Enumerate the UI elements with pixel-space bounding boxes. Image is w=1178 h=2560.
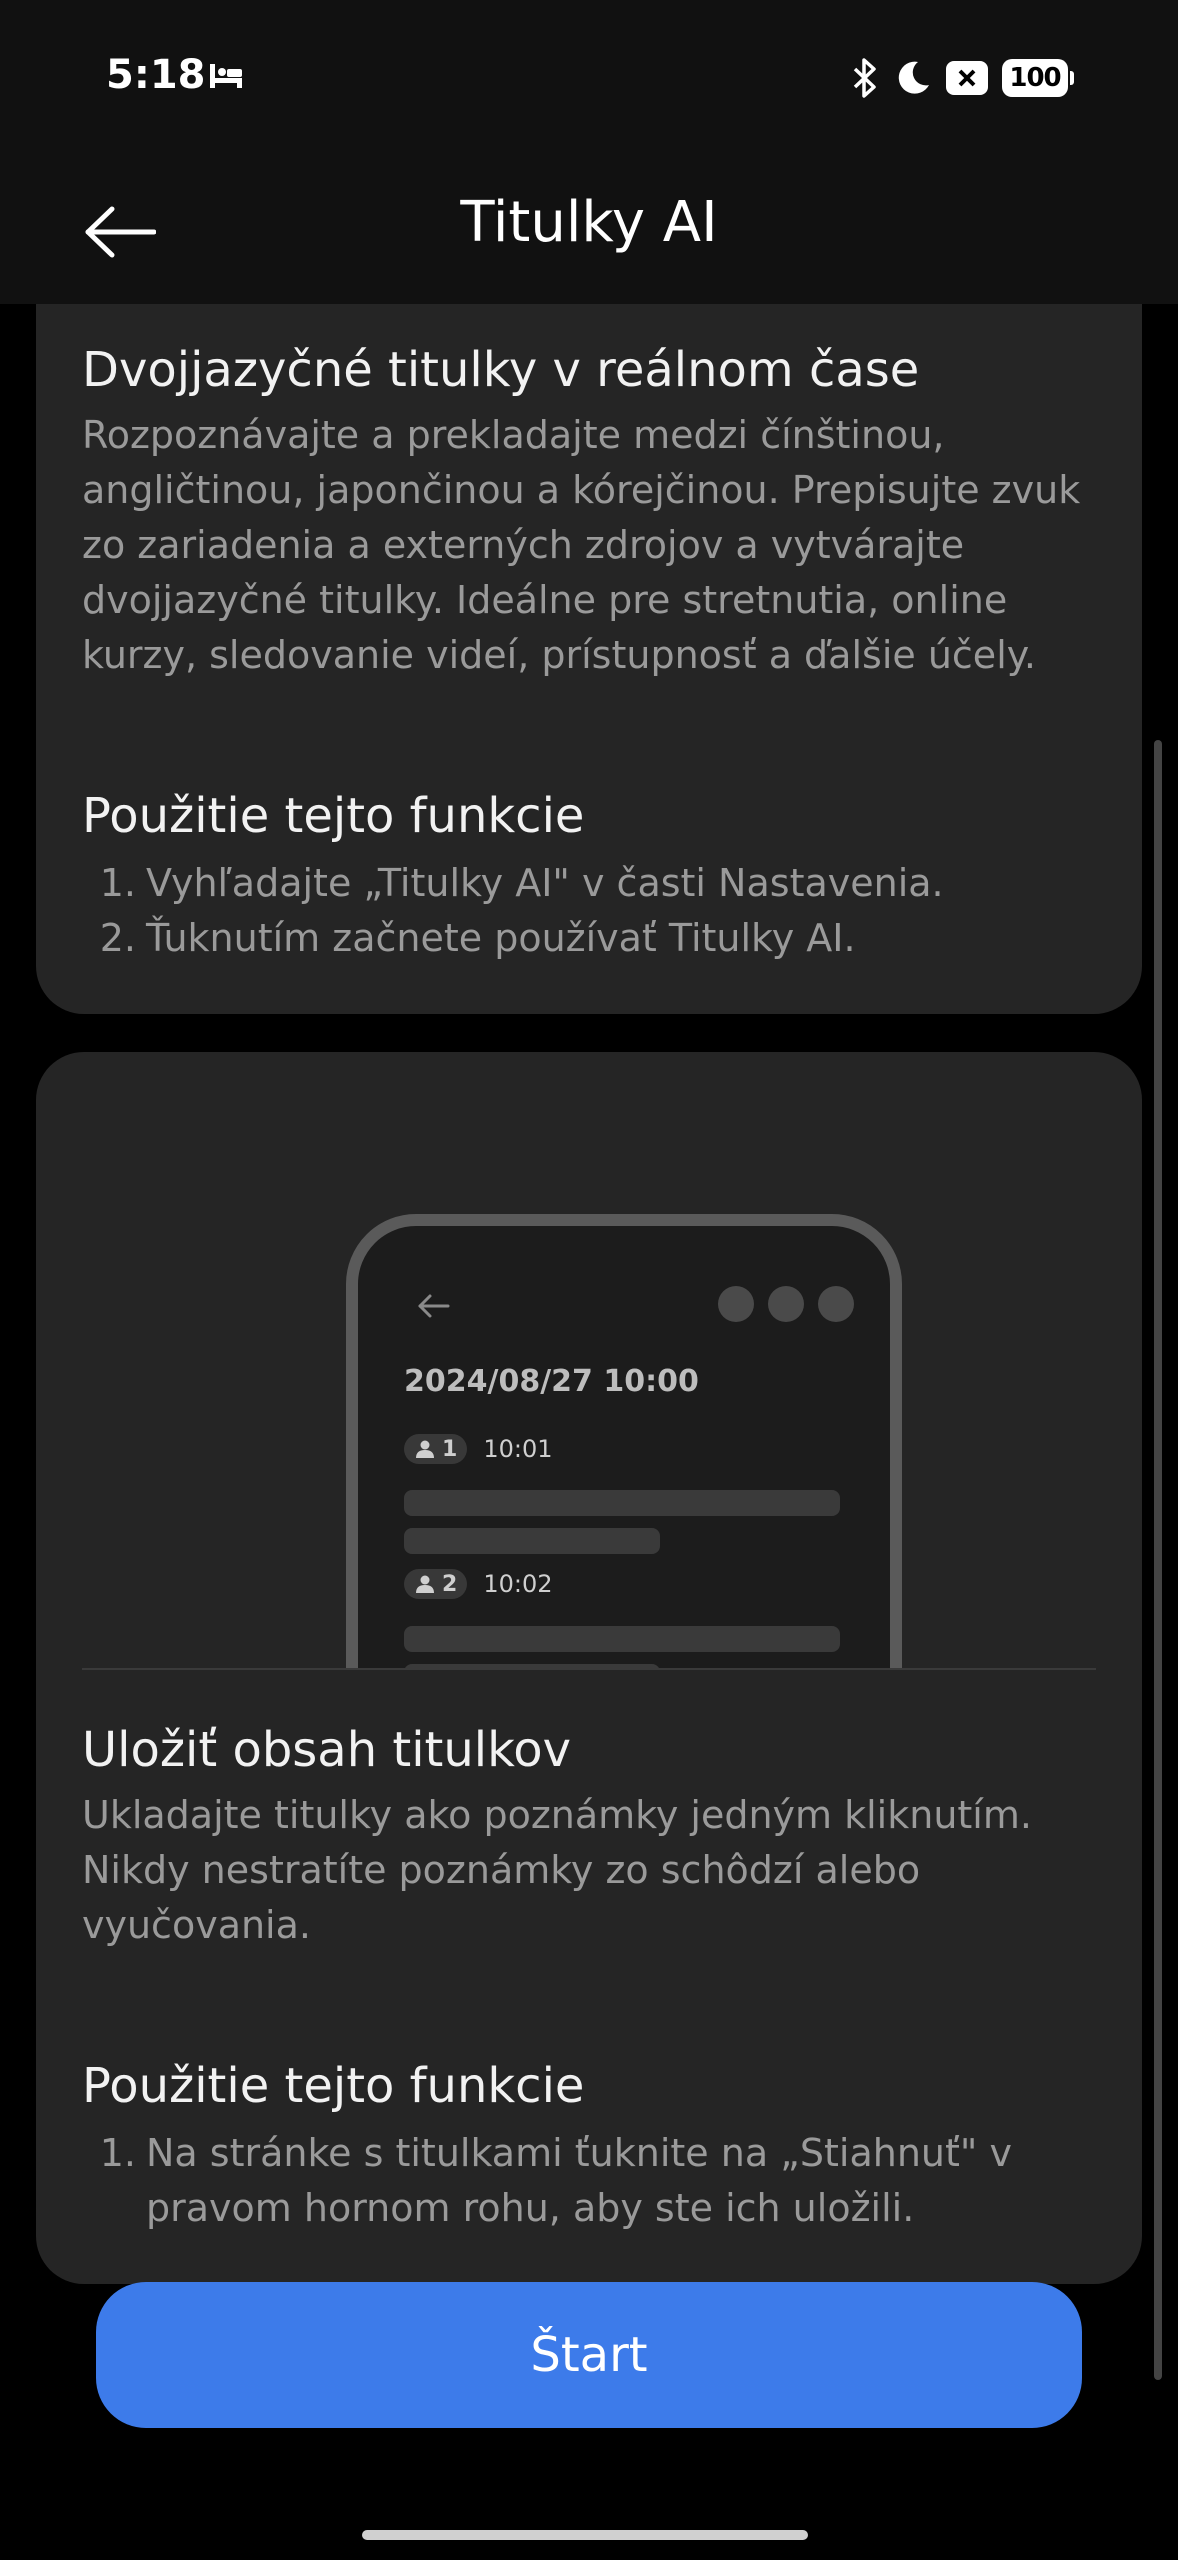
- usage-section: Použitie tejto funkcie 1. Na stránke s t…: [82, 2056, 1096, 2236]
- status-icons: 100: [850, 56, 1074, 100]
- battery-level: 100: [1009, 63, 1061, 93]
- text-placeholder-bar: [404, 1528, 660, 1554]
- feature-card-realtime: Dvojjazyčné titulky v reálnom čase Rozpo…: [36, 260, 1142, 1014]
- step-number: 2.: [99, 916, 136, 960]
- feature-title: Uložiť obsah titulkov: [82, 1722, 571, 1778]
- phone-mockup: 2024/08/27 10:00 1 10:01 2 10:02: [346, 1214, 902, 1668]
- battery-icon: 100: [1002, 59, 1074, 97]
- feature-description: Ukladajte titulky ako poznámky jedným kl…: [82, 1793, 1032, 1947]
- speaker-badge: 2: [404, 1569, 468, 1599]
- arrow-left-icon: [418, 1294, 450, 1318]
- home-indicator[interactable]: [362, 2530, 808, 2540]
- app-bar: Titulky AI: [0, 160, 1178, 304]
- feature-section-save: Uložiť obsah titulkov Ukladajte titulky …: [82, 1720, 1096, 1953]
- usage-step: 1. Vyhľadajte „Titulky AI" v časti Nasta…: [82, 856, 1096, 911]
- moon-icon: [898, 61, 929, 94]
- step-number: 1.: [99, 861, 136, 905]
- usage-step: 1. Na stránke s titulkami ťuknite na „St…: [82, 2126, 1096, 2236]
- speaker-number: 2: [442, 1571, 458, 1597]
- feature-description: Rozpoznávajte a prekladajte medzi čínšti…: [82, 413, 1081, 677]
- start-button[interactable]: Štart: [96, 2282, 1082, 2428]
- bluetooth-icon: [853, 58, 876, 98]
- step-text: Ťuknutím začnete používať Titulky AI.: [146, 916, 856, 960]
- step-text: Na stránke s titulkami ťuknite na „Stiah…: [146, 2131, 1012, 2230]
- mock-entry: 1 10:01: [404, 1434, 552, 1464]
- person-icon: [416, 1575, 434, 1593]
- usage-section: Použitie tejto funkcie 1. Vyhľadajte „Ti…: [82, 786, 1096, 966]
- feature-card-save: 2024/08/27 10:00 1 10:01 2 10:02 Uložiť …: [36, 1052, 1142, 2284]
- text-placeholder-bar: [404, 1626, 840, 1652]
- usage-title: Použitie tejto funkcie: [82, 788, 585, 844]
- sleep-icon: [210, 64, 242, 88]
- mock-time: 10:01: [483, 1435, 553, 1463]
- close-box-icon: [946, 61, 988, 95]
- more-dots-icon: [718, 1286, 854, 1322]
- divider: [82, 1668, 1096, 1670]
- usage-steps: 1. Na stránke s titulkami ťuknite na „St…: [82, 2126, 1096, 2236]
- mock-time: 10:02: [483, 1570, 553, 1598]
- mock-entry: 2 10:02: [404, 1569, 552, 1599]
- feature-illustration: 2024/08/27 10:00 1 10:01 2 10:02: [82, 1052, 1096, 1668]
- screen: 5:18 100 Dvojjazyčné titulky v reálnom č…: [0, 0, 1178, 2560]
- usage-steps: 1. Vyhľadajte „Titulky AI" v časti Nasta…: [82, 856, 1096, 966]
- step-number: 1.: [99, 2131, 136, 2175]
- status-bar: 5:18 100: [0, 0, 1178, 160]
- usage-title: Použitie tejto funkcie: [82, 2058, 585, 2114]
- step-text: Vyhľadajte „Titulky AI" v časti Nastaven…: [146, 861, 944, 905]
- speaker-number: 1: [442, 1436, 458, 1462]
- mock-date: 2024/08/27 10:00: [404, 1364, 699, 1399]
- speaker-badge: 1: [404, 1434, 468, 1464]
- text-placeholder-bar: [404, 1490, 840, 1516]
- feature-section-realtime: Dvojjazyčné titulky v reálnom čase Rozpo…: [82, 340, 1096, 683]
- usage-step: 2. Ťuknutím začnete používať Titulky AI.: [82, 911, 1096, 966]
- page-title: Titulky AI: [460, 190, 718, 255]
- status-time: 5:18: [106, 52, 206, 98]
- feature-title: Dvojjazyčné titulky v reálnom čase: [82, 342, 920, 398]
- person-icon: [416, 1440, 434, 1458]
- scrollbar[interactable]: [1154, 740, 1162, 2380]
